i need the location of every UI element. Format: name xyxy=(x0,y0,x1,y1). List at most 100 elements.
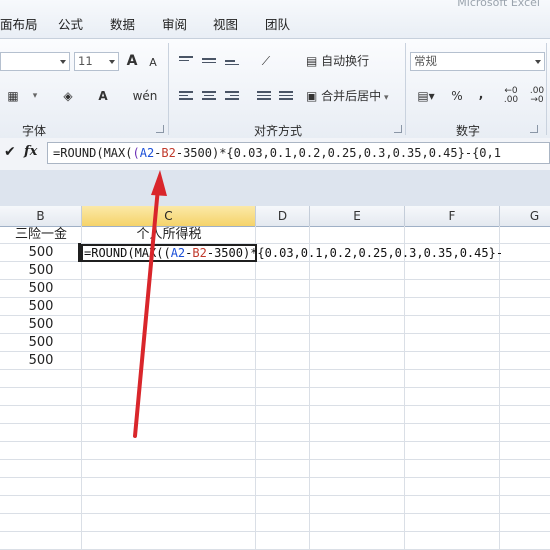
accounting-format-button[interactable]: ▤▾ xyxy=(412,87,440,105)
cell-b2[interactable]: 500 xyxy=(0,244,82,262)
align-bottom-icon[interactable] xyxy=(225,60,239,72)
row-gridline xyxy=(0,513,550,514)
phonetic-button[interactable]: wén xyxy=(130,87,160,105)
row-gridline xyxy=(0,369,550,370)
decrease-indent-icon[interactable] xyxy=(257,91,271,103)
cell-b6[interactable]: 500 xyxy=(0,316,82,334)
wrap-text-label: 自动换行 xyxy=(321,54,370,68)
ribbon: 11 A A ▦ ▾ ◈ A wén 字体 ⟋ ▤ 自动换行 ▣ 合并后居中 ▾… xyxy=(0,38,550,140)
enter-check-icon[interactable]: ✔ xyxy=(4,144,16,160)
tab-formulas[interactable]: 公式 xyxy=(58,14,83,33)
formula-bar-buttons: ✔ fx xyxy=(0,142,44,164)
tab-page-layout[interactable]: 面布局 xyxy=(0,14,38,33)
row-gridline xyxy=(0,315,550,316)
column-header-f[interactable]: F xyxy=(405,206,500,226)
column-gridline xyxy=(309,226,310,550)
cell-b4[interactable]: 500 xyxy=(0,280,82,298)
cell-b3[interactable]: 500 xyxy=(0,262,82,280)
number-format-combo[interactable]: 常规 xyxy=(410,52,545,71)
align-top-icon[interactable] xyxy=(179,56,193,68)
font-group-label: 字体 xyxy=(22,124,47,138)
font-dialog-launcher-icon[interactable] xyxy=(156,125,164,133)
percent-icon: % xyxy=(451,89,463,103)
percent-style-button[interactable]: % xyxy=(448,87,466,105)
align-middle-icon[interactable] xyxy=(202,58,216,70)
align-center-icon[interactable] xyxy=(202,91,216,103)
increase-decimal-icon: ←0.00 xyxy=(503,86,519,105)
alignment-dialog-launcher-icon[interactable] xyxy=(394,125,402,133)
borders-button[interactable]: ▦ xyxy=(2,87,24,105)
cell-b7[interactable]: 500 xyxy=(0,334,82,352)
row-gridline xyxy=(0,459,550,460)
row-gridline xyxy=(0,531,550,532)
merge-cells-icon: ▣ xyxy=(306,89,322,103)
tab-view[interactable]: 视图 xyxy=(213,14,238,33)
row-gridline xyxy=(0,477,550,478)
paint-bucket-icon: ◈ xyxy=(63,89,73,103)
row-gridline xyxy=(0,351,550,352)
formula-input[interactable]: =ROUND(MAX((A2-B2-3500)*{0.03,0.1,0.2,0.… xyxy=(47,142,550,164)
cell-b1[interactable]: 三险一金 xyxy=(0,226,82,244)
row-gridline xyxy=(0,297,550,298)
font-name-combo[interactable] xyxy=(0,52,70,71)
group-separator xyxy=(168,43,169,135)
shrink-font-button[interactable]: A xyxy=(146,54,160,72)
formula-text: =ROUND(MAX((A2-B2-3500)*{0.03,0.1,0.2,0.… xyxy=(53,146,501,160)
wrap-text-button[interactable]: ▤ 自动换行 xyxy=(306,52,378,70)
fill-color-button[interactable]: ◈ xyxy=(57,87,79,105)
ribbon-tab-bar: 面布局 公式 数据 审阅 视图 团队 Microsoft Excel xyxy=(0,0,550,38)
column-header-e[interactable]: E xyxy=(310,206,405,226)
font-color-icon: A xyxy=(98,89,108,103)
number-format-value: 常规 xyxy=(414,54,437,68)
increase-indent-icon[interactable] xyxy=(279,91,293,103)
tab-data[interactable]: 数据 xyxy=(110,14,135,33)
tab-review[interactable]: 审阅 xyxy=(162,14,187,33)
font-size-combo[interactable]: 11 xyxy=(74,52,119,71)
grow-font-button[interactable]: A xyxy=(124,52,140,70)
alignment-group-label: 对齐方式 xyxy=(254,124,303,138)
column-header-b[interactable]: B xyxy=(0,206,82,226)
window-title: Microsoft Excel xyxy=(457,0,540,9)
number-dialog-launcher-icon[interactable] xyxy=(530,125,538,133)
borders-dropdown[interactable]: ▾ xyxy=(26,87,44,105)
tab-team[interactable]: 团队 xyxy=(265,14,290,33)
insert-function-icon[interactable]: fx xyxy=(24,144,37,159)
row-gridline xyxy=(0,423,550,424)
column-gridline xyxy=(499,226,500,550)
worksheet-grid[interactable]: 三险一金 个人所得税 500 500 500 500 500 500 500 =ROUND(… xyxy=(0,226,550,550)
comma-style-button[interactable]: , xyxy=(474,85,488,103)
align-right-icon[interactable] xyxy=(225,91,239,103)
row-gridline xyxy=(0,495,550,496)
fill-handle-marker xyxy=(78,243,81,262)
align-left-icon[interactable] xyxy=(179,91,193,103)
merge-center-button[interactable]: ▣ 合并后居中 ▾ xyxy=(306,87,402,107)
row-gridline xyxy=(0,279,550,280)
chevron-down-icon: ▾ xyxy=(381,93,389,103)
group-separator xyxy=(546,43,547,135)
row-gridline xyxy=(0,441,550,442)
orientation-button[interactable]: ⟋ xyxy=(253,52,279,70)
row-gridline xyxy=(0,333,550,334)
wrap-text-icon: ▤ xyxy=(306,54,322,68)
cell-b8[interactable]: 500 xyxy=(0,352,82,370)
row-gridline xyxy=(0,405,550,406)
cell-b5[interactable]: 500 xyxy=(0,298,82,316)
text-orientation-icon: ⟋ xyxy=(261,54,271,68)
formula-bar-gap xyxy=(0,170,550,207)
column-header-d[interactable]: D xyxy=(256,206,310,226)
column-header-g[interactable]: G xyxy=(500,206,550,226)
chevron-down-icon xyxy=(60,60,66,64)
font-color-button[interactable]: A xyxy=(92,87,114,105)
column-header-c[interactable]: C xyxy=(82,206,256,226)
phonetic-icon: wén xyxy=(132,89,158,103)
chevron-down-icon: ▾ xyxy=(32,91,38,101)
accounting-icon: ▤▾ xyxy=(417,89,435,103)
cell-c1[interactable]: 个人所得税 xyxy=(82,226,256,244)
decrease-decimal-button[interactable]: .00 →0 xyxy=(526,87,548,105)
row-gridline xyxy=(0,387,550,388)
decrease-decimal-icon: .00 →0 xyxy=(529,86,545,105)
increase-decimal-button[interactable]: ←0.00 xyxy=(500,87,522,105)
merge-center-label: 合并后居中 xyxy=(321,89,382,103)
number-group-label: 数字 xyxy=(456,124,481,138)
group-separator xyxy=(405,43,406,135)
